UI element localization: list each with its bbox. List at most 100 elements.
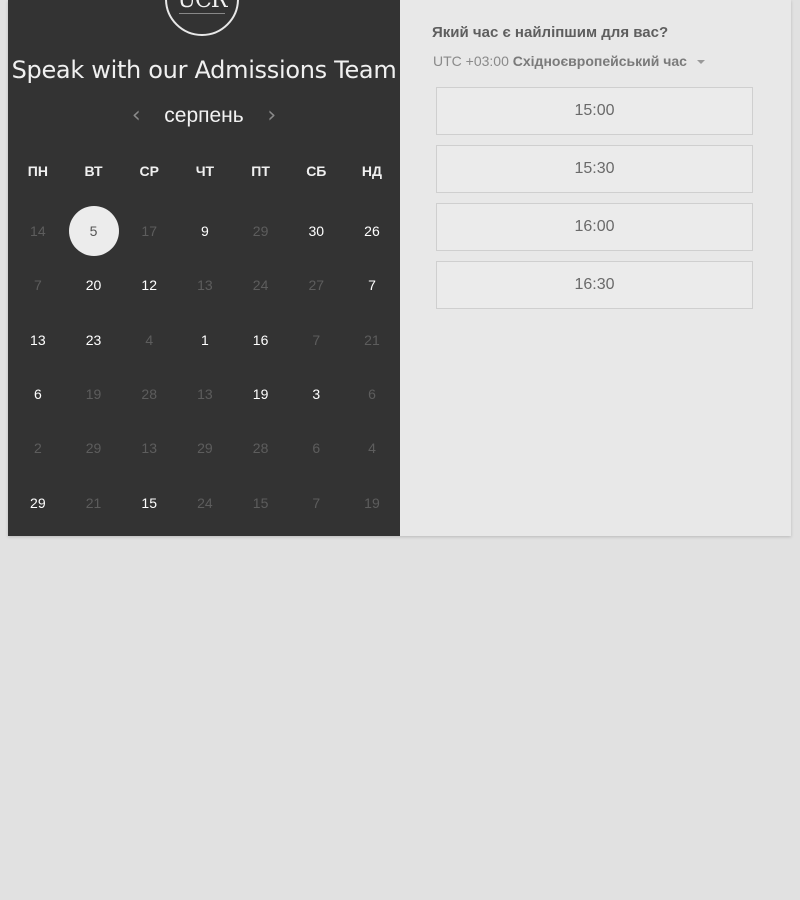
day-number: 24 bbox=[252, 277, 269, 294]
weekday-label: ЧТ bbox=[195, 163, 215, 179]
weekday-label: ВТ bbox=[84, 163, 103, 179]
day-cell[interactable]: 6 bbox=[10, 367, 66, 421]
day-cell: 6 bbox=[344, 367, 400, 421]
day-number: 13 bbox=[197, 277, 213, 294]
timezone-selector[interactable]: UTC +03:00 Східноєвропейський час bbox=[433, 53, 705, 69]
day-number: 16 bbox=[252, 331, 269, 348]
day-cell[interactable]: 19 bbox=[233, 367, 289, 421]
chevron-right-icon[interactable]: › bbox=[258, 102, 286, 130]
day-cell[interactable]: 30 bbox=[288, 204, 344, 258]
day-cell-selected[interactable]: 5 bbox=[66, 204, 122, 258]
day-cell[interactable]: 3 bbox=[288, 367, 344, 421]
timezone-name: Східноєвропейський час bbox=[512, 53, 687, 69]
day-number: 7 bbox=[312, 331, 321, 348]
chevron-left-icon[interactable]: ‹ bbox=[122, 102, 150, 130]
day-number: 17 bbox=[141, 223, 157, 240]
day-number: 19 bbox=[364, 494, 380, 511]
time-slot-button[interactable]: 16:00 bbox=[436, 203, 753, 251]
day-number: 26 bbox=[364, 223, 380, 240]
day-number: 21 bbox=[364, 331, 380, 348]
day-number: 15 bbox=[252, 494, 269, 511]
logo-underline bbox=[179, 13, 225, 16]
weekday-label: ПТ bbox=[251, 163, 270, 179]
day-number: 13 bbox=[197, 386, 213, 403]
day-cell[interactable]: 16 bbox=[233, 313, 289, 367]
month-label: серпень bbox=[164, 104, 244, 127]
day-cell[interactable]: 1 bbox=[177, 313, 233, 367]
weekday-label: СР bbox=[139, 163, 159, 179]
day-cell: 7 bbox=[288, 475, 344, 529]
day-number: 13 bbox=[30, 331, 46, 348]
company-logo: UCR bbox=[165, 0, 239, 36]
day-cell: 24 bbox=[177, 475, 233, 529]
day-cell: 7 bbox=[288, 313, 344, 367]
page-title: Speak with our Admissions Team bbox=[11, 56, 397, 84]
day-cell[interactable]: 23 bbox=[66, 313, 122, 367]
day-number: 7 bbox=[312, 494, 321, 511]
caret-down-icon bbox=[696, 60, 705, 65]
day-number: 7 bbox=[368, 277, 376, 294]
day-cell: 7 bbox=[10, 258, 66, 312]
weekday-header: ПН ВТ СР ЧТ ПТ СБ НД bbox=[10, 158, 400, 184]
day-number: 13 bbox=[141, 440, 157, 457]
day-number: 3 bbox=[312, 386, 321, 403]
day-cell[interactable]: 20 bbox=[66, 258, 122, 312]
day-cell: 17 bbox=[121, 204, 177, 258]
day-cell: 6 bbox=[288, 421, 344, 475]
day-cell: 21 bbox=[66, 475, 122, 529]
day-number: 4 bbox=[145, 331, 154, 348]
day-cell: 4 bbox=[121, 313, 177, 367]
day-cell[interactable]: 26 bbox=[344, 204, 400, 258]
day-number: 14 bbox=[30, 223, 46, 240]
weekday-label: ПН bbox=[27, 163, 48, 179]
day-cell: 14 bbox=[10, 204, 66, 258]
day-cell: 24 bbox=[233, 258, 289, 312]
month-navigation: ‹ серпень › bbox=[8, 100, 400, 132]
day-cell[interactable]: 7 bbox=[344, 258, 400, 312]
day-number: 9 bbox=[201, 223, 209, 240]
weekday-label: НД bbox=[361, 163, 383, 179]
day-cell[interactable]: 29 bbox=[10, 475, 66, 529]
day-cell[interactable]: 15 bbox=[121, 475, 177, 529]
day-number: 24 bbox=[197, 494, 213, 511]
day-number: 27 bbox=[308, 277, 325, 294]
day-cell: 13 bbox=[121, 421, 177, 475]
time-slot-button[interactable]: 15:30 bbox=[436, 145, 753, 193]
day-cell: 13 bbox=[177, 367, 233, 421]
day-number: 29 bbox=[197, 440, 213, 457]
day-cell: 19 bbox=[66, 367, 122, 421]
day-number: 2 bbox=[33, 440, 42, 457]
time-slot-button[interactable]: 15:00 bbox=[436, 87, 753, 135]
day-cell[interactable]: 13 bbox=[10, 313, 66, 367]
time-slot-list: 15:00 15:30 16:00 16:30 bbox=[436, 87, 753, 319]
day-cell[interactable]: 9 bbox=[177, 204, 233, 258]
day-number: 30 bbox=[308, 223, 325, 240]
day-cell: 29 bbox=[177, 421, 233, 475]
timezone-offset: UTC +03:00 bbox=[433, 53, 509, 69]
day-number: 20 bbox=[85, 277, 102, 294]
weekday-label: СБ bbox=[306, 163, 327, 179]
day-cell: 28 bbox=[233, 421, 289, 475]
day-number: 6 bbox=[368, 386, 376, 403]
time-panel: Який час є найліпшим для вас? UTC +03:00… bbox=[400, 0, 791, 536]
day-number: 12 bbox=[141, 277, 157, 294]
day-number: 7 bbox=[33, 277, 42, 294]
day-cell: 29 bbox=[233, 204, 289, 258]
day-number: 6 bbox=[312, 440, 321, 457]
booking-widget: UCR Speak with our Admissions Team ‹ сер… bbox=[8, 0, 791, 536]
time-question: Який час є найліпшим для вас? bbox=[432, 24, 669, 41]
day-cell: 13 bbox=[177, 258, 233, 312]
day-number: 19 bbox=[85, 386, 102, 403]
day-cell: 27 bbox=[288, 258, 344, 312]
day-number: 23 bbox=[85, 331, 102, 348]
logo-text: UCR bbox=[177, 0, 228, 13]
day-number: 6 bbox=[33, 386, 42, 403]
day-number: 29 bbox=[252, 223, 269, 240]
time-slot-button[interactable]: 16:30 bbox=[436, 261, 753, 309]
day-cell: 28 bbox=[121, 367, 177, 421]
day-number: 29 bbox=[30, 494, 46, 511]
day-number: 28 bbox=[141, 386, 157, 403]
day-cell: 19 bbox=[344, 475, 400, 529]
day-number: 21 bbox=[85, 494, 102, 511]
day-cell[interactable]: 12 bbox=[121, 258, 177, 312]
